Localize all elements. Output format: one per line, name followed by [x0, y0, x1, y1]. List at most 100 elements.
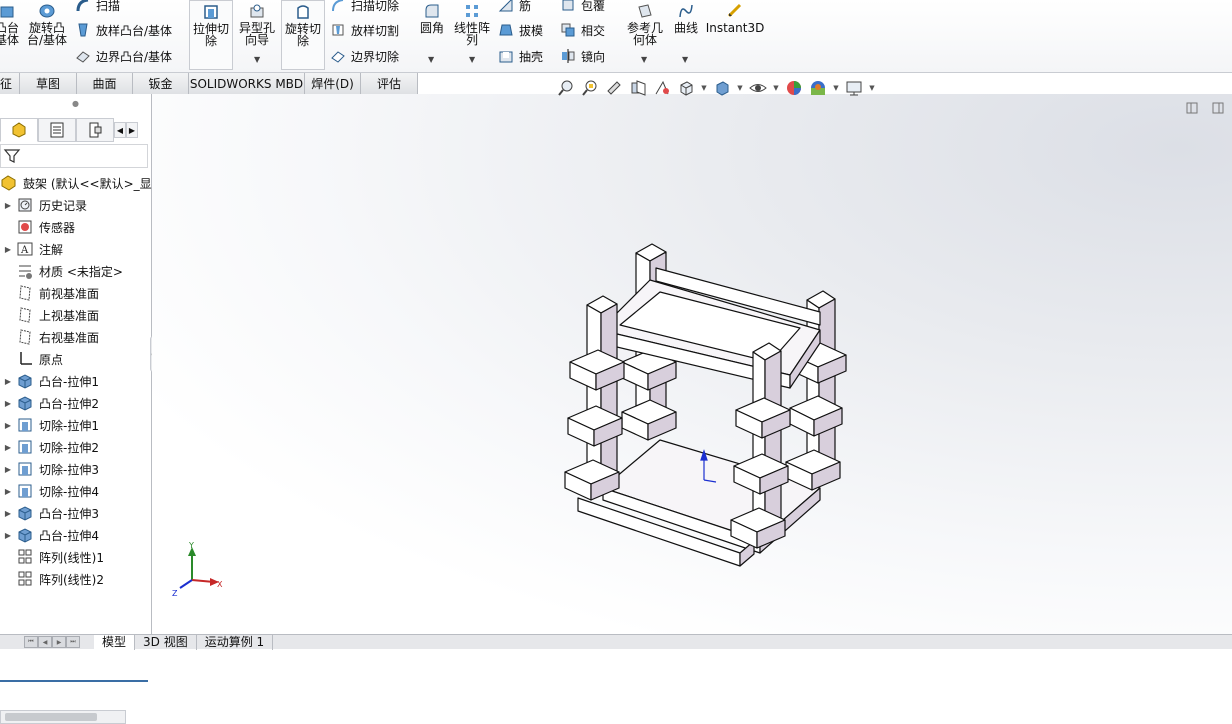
last-tab-icon[interactable]: ⏭ [66, 636, 80, 648]
tab-sketch[interactable]: 草图 [20, 73, 77, 94]
tab-solidworks-mbd[interactable]: SOLIDWORKS MBD [189, 73, 305, 94]
tree-item-label: 阵列(线性)2 [39, 572, 104, 587]
linear-pattern-dropdown-icon[interactable]: ▼ [469, 55, 475, 64]
hide-show-items-button[interactable] [748, 78, 768, 98]
apply-scene-dropdown-icon[interactable]: ▼ [832, 84, 840, 92]
tree-item[interactable]: 右视基准面 [0, 326, 152, 348]
shell-button[interactable]: 抽壳 [498, 47, 543, 65]
tree-item[interactable]: 上视基准面 [0, 304, 152, 326]
tree-item[interactable]: 阵列(线性)2 [0, 568, 152, 590]
drum-rack-model[interactable] [152, 94, 1232, 634]
hole-wizard-dropdown-icon[interactable]: ▼ [254, 55, 260, 64]
tab-3d-views[interactable]: 3D 视图 [135, 634, 197, 650]
reference-geometry-button[interactable]: 参考几 何体 [624, 0, 666, 46]
graphics-area[interactable]: Y X Z [152, 94, 1232, 634]
next-tab-icon[interactable]: ▶ [52, 636, 66, 648]
tree-item[interactable]: ▶ 凸台-拉伸4 [0, 524, 152, 546]
display-style-dropdown-icon[interactable]: ▼ [736, 84, 744, 92]
tree-item[interactable]: ▶ 切除-拉伸2 [0, 436, 152, 458]
tree-item[interactable]: ▶ 历史记录 [0, 194, 152, 216]
hide-show-dropdown-icon[interactable]: ▼ [772, 84, 780, 92]
panel-grip[interactable]: ● [0, 94, 151, 112]
tab-configuration-manager[interactable] [76, 118, 114, 142]
expand-arrow-icon[interactable]: ▶ [0, 399, 16, 408]
tab-motion-study-1[interactable]: 运动算例 1 [197, 634, 274, 650]
revolved-boss-button[interactable]: 旋转凸 台/基体 [25, 0, 69, 46]
tree-item[interactable]: ▶ 切除-拉伸3 [0, 458, 152, 480]
edit-appearance-button[interactable] [784, 78, 804, 98]
sweep-button[interactable]: 扫描 [75, 0, 120, 14]
expand-arrow-icon[interactable]: ▶ [0, 245, 16, 254]
tab-property-manager[interactable] [38, 118, 76, 142]
extruded-cut-button[interactable]: 拉伸切 除 [189, 0, 233, 70]
tab-model[interactable]: 模型 [94, 634, 136, 650]
zoom-to-fit-button[interactable] [556, 78, 576, 98]
view-orientation-button[interactable] [676, 78, 696, 98]
view-settings-button[interactable] [844, 78, 864, 98]
tab-sheet-metal[interactable]: 钣金 [133, 73, 189, 94]
previous-view-button[interactable] [604, 78, 624, 98]
tab-scroll-right-icon[interactable]: ▶ [126, 122, 138, 138]
rib-button[interactable]: 筋 [498, 0, 531, 14]
expand-arrow-icon[interactable]: ▶ [0, 377, 16, 386]
curves-dropdown-icon[interactable]: ▼ [682, 55, 688, 64]
tab-feature-manager[interactable] [0, 118, 38, 142]
tree-item[interactable]: ▶ 凸台-拉伸2 [0, 392, 152, 414]
tab-scroll-left-icon[interactable]: ◀ [114, 122, 126, 138]
previous-tab-icon[interactable]: ◀ [38, 636, 52, 648]
boundary-boss-button[interactable]: 边界凸台/基体 [75, 47, 172, 65]
reference-geometry-dropdown-icon[interactable]: ▼ [641, 55, 647, 64]
view-orientation-dropdown-icon[interactable]: ▼ [700, 84, 708, 92]
swept-cut-button[interactable]: 扫描切除 [330, 0, 399, 14]
tab-features[interactable]: 征 [0, 73, 20, 94]
boundary-cut-button[interactable]: 边界切除 [330, 47, 399, 65]
intersect-button[interactable]: 相交 [560, 21, 605, 39]
expand-arrow-icon[interactable]: ▶ [0, 201, 16, 210]
tree-item[interactable]: 传感器 [0, 216, 152, 238]
expand-arrow-icon[interactable]: ▶ [0, 443, 16, 452]
tree-item-label: 材质 <未指定> [39, 264, 123, 279]
expand-arrow-icon[interactable]: ▶ [0, 465, 16, 474]
fillet-button[interactable]: 圆角 [417, 0, 447, 34]
display-style-button[interactable] [712, 78, 732, 98]
expand-arrow-icon[interactable]: ▶ [0, 421, 16, 430]
loft-button[interactable]: 放样凸台/基体 [75, 21, 172, 39]
tree-item[interactable]: 前视基准面 [0, 282, 152, 304]
lofted-cut-button[interactable]: 放样切割 [330, 21, 399, 39]
tree-item[interactable]: ▶ 切除-拉伸1 [0, 414, 152, 436]
dynamic-annotation-button[interactable] [652, 78, 672, 98]
tree-root[interactable]: 鼓架 (默认<<默认>_显 [0, 172, 152, 194]
instant3d-button[interactable]: Instant3D [706, 0, 764, 34]
wrap-button[interactable]: 包覆 [560, 0, 605, 14]
mirror-button[interactable]: 镜向 [560, 47, 605, 65]
horizontal-scrollbar[interactable] [0, 710, 126, 724]
tree-item[interactable]: ▶ 切除-拉伸4 [0, 480, 152, 502]
tree-item[interactable]: ▶ 凸台-拉伸3 [0, 502, 152, 524]
linear-pattern-button[interactable]: 线性阵 列 [451, 0, 493, 46]
tab-surfaces[interactable]: 曲面 [77, 73, 133, 94]
expand-arrow-icon[interactable]: ▶ [0, 509, 16, 518]
tree-rollback-bar[interactable] [0, 680, 148, 682]
expand-arrow-icon[interactable]: ▶ [0, 531, 16, 540]
tree-item[interactable]: 材质 <未指定> [0, 260, 152, 282]
view-settings-dropdown-icon[interactable]: ▼ [868, 84, 876, 92]
zoom-to-area-button[interactable] [580, 78, 600, 98]
apply-scene-button[interactable] [808, 78, 828, 98]
tree-item[interactable]: ▶ A 注解 [0, 238, 152, 260]
extruded-boss-button[interactable]: 凸台 基体 [0, 0, 20, 46]
tree-item[interactable]: 原点 [0, 348, 152, 370]
draft-button[interactable]: 拔模 [498, 21, 543, 39]
tree-item[interactable]: 阵列(线性)1 [0, 546, 152, 568]
filter-bar[interactable] [0, 144, 148, 168]
fillet-dropdown-icon[interactable]: ▼ [428, 55, 434, 64]
tree-item[interactable]: ▶ 凸台-拉伸1 [0, 370, 152, 392]
curves-button[interactable]: 曲线 [670, 0, 702, 34]
hole-wizard-button[interactable]: 异型孔 向导 [236, 0, 278, 46]
expand-arrow-icon[interactable]: ▶ [0, 487, 16, 496]
tab-weldments[interactable]: 焊件(D) [305, 73, 361, 94]
first-tab-icon[interactable]: ⏮ [24, 636, 38, 648]
tab-evaluate[interactable]: 评估 [361, 73, 418, 94]
scrollbar-thumb[interactable] [5, 713, 97, 721]
revolved-cut-button[interactable]: 旋转切 除 [281, 0, 325, 70]
section-view-button[interactable] [628, 78, 648, 98]
